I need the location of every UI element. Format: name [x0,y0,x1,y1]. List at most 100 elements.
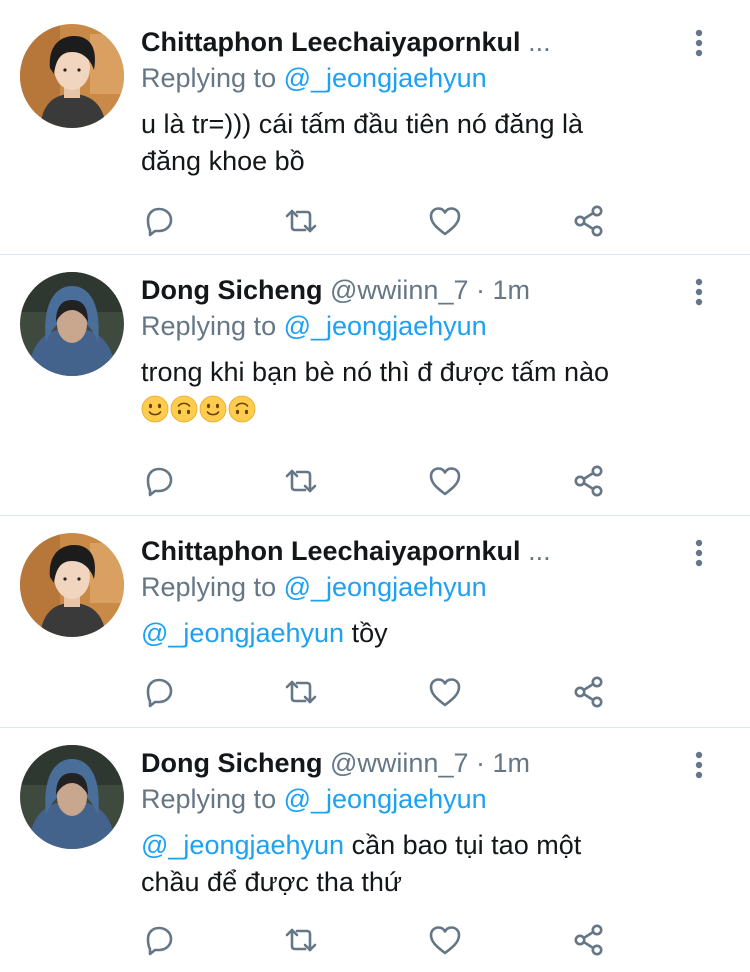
retweet-icon [285,209,317,233]
replying-to-handle[interactable]: @_jeongjaehyun [284,784,487,814]
tweet-text-line: chầu để được tha thứ [141,867,403,897]
tweet-actions [141,674,611,710]
reply-icon [146,926,173,956]
emoji-row [141,395,690,423]
name-truncation: ... [528,536,551,566]
upside-down-face-icon [170,395,198,423]
reply-button[interactable] [141,922,177,958]
tweet-text-line: trong khi bạn bè nó thì đ được tấm nào [141,357,610,387]
replying-to-line: Replying to @_jeongjaehyun [141,569,690,605]
tweet-actions [141,463,611,499]
like-button[interactable] [427,203,463,239]
tweet-text-fragment: cần bao tụi tao một [344,830,582,860]
avatar[interactable] [20,533,124,637]
tweet-item[interactable]: Dong Sicheng @wwiinn_7 · 1m Replying to … [0,728,750,972]
more-options-button[interactable] [694,539,704,567]
replying-to-handle[interactable]: @_jeongjaehyun [284,63,487,93]
mention-link[interactable]: @_jeongjaehyun [141,830,344,860]
reply-button[interactable] [141,203,177,239]
replying-to-handle[interactable]: @_jeongjaehyun [284,572,487,602]
reply-icon [146,467,173,497]
more-vertical-icon [695,29,703,57]
tweet-item[interactable]: Chittaphon Leechaiyapornkul ... Replying… [0,0,750,255]
heart-icon [429,207,461,236]
tweet-item[interactable]: Dong Sicheng @wwiinn_7 · 1m Replying to … [0,255,750,516]
reply-button[interactable] [141,463,177,499]
share-button[interactable] [571,203,607,239]
tweet-actions [141,922,611,958]
more-vertical-icon [695,278,703,306]
separator-dot: · [476,275,485,305]
tweet-header: Dong Sicheng @wwiinn_7 · 1m [141,745,690,781]
reply-icon [146,678,173,708]
replying-to-label: Replying to [141,63,284,93]
tweet-text: u là tr=))) cái tấm đầu tiên nó đăng là … [141,106,690,180]
tweet-text-fragment: tồy [344,618,388,648]
avatar[interactable] [20,272,124,376]
user-handle[interactable]: @wwiinn_7 [330,748,468,778]
separator-dot: · [476,748,485,778]
share-icon [574,676,603,708]
replying-to-label: Replying to [141,784,284,814]
more-options-button[interactable] [694,29,704,57]
display-name[interactable]: Chittaphon Leechaiyapornkul [141,27,521,57]
slightly-smiling-face-icon [199,395,227,423]
tweet-content: Chittaphon Leechaiyapornkul ... Replying… [141,516,690,652]
retweet-icon [285,469,317,493]
retweet-button[interactable] [283,203,319,239]
tweet-text: trong khi bạn bè nó thì đ được tấm nào [141,354,690,423]
reply-icon [146,207,173,237]
share-button[interactable] [571,674,607,710]
replying-to-handle[interactable]: @_jeongjaehyun [284,311,487,341]
more-vertical-icon [695,751,703,779]
tweet-content: Chittaphon Leechaiyapornkul ... Replying… [141,0,690,180]
share-icon [574,205,603,237]
name-truncation: ... [528,27,551,57]
like-button[interactable] [427,922,463,958]
replying-to-label: Replying to [141,572,284,602]
tweet-content: Dong Sicheng @wwiinn_7 · 1m Replying to … [141,728,690,901]
share-icon [574,924,603,956]
tweet-content: Dong Sicheng @wwiinn_7 · 1m Replying to … [141,255,690,423]
heart-icon [429,926,461,955]
replying-to-label: Replying to [141,311,284,341]
tweet-text: @_jeongjaehyun tồy [141,615,690,652]
tweet-text: @_jeongjaehyun cần bao tụi tao một chầu … [141,827,690,901]
tweet-text-line: @_jeongjaehyun tồy [141,615,690,652]
retweet-button[interactable] [283,674,319,710]
timestamp[interactable]: 1m [493,748,531,778]
share-button[interactable] [571,463,607,499]
tweet-item[interactable]: Chittaphon Leechaiyapornkul ... Replying… [0,516,750,728]
more-options-button[interactable] [694,751,704,779]
tweet-text-line: u là tr=))) cái tấm đầu tiên nó đăng là [141,109,583,139]
heart-icon [429,678,461,707]
reply-button[interactable] [141,674,177,710]
replying-to-line: Replying to @_jeongjaehyun [141,60,690,96]
user-handle[interactable]: @wwiinn_7 [330,275,468,305]
avatar[interactable] [20,24,124,128]
display-name[interactable]: Dong Sicheng [141,748,323,778]
slightly-smiling-face-icon [141,395,169,423]
display-name[interactable]: Dong Sicheng [141,275,323,305]
avatar[interactable] [20,745,124,849]
like-button[interactable] [427,463,463,499]
timestamp[interactable]: 1m [493,275,531,305]
upside-down-face-icon [228,395,256,423]
more-vertical-icon [695,539,703,567]
tweet-header: Dong Sicheng @wwiinn_7 · 1m [141,272,690,308]
tweet-header: Chittaphon Leechaiyapornkul ... [141,24,690,60]
share-icon [574,465,603,497]
heart-icon [429,467,461,496]
tweet-text-line: đăng khoe bồ [141,146,305,176]
more-options-button[interactable] [694,278,704,306]
retweet-icon [285,928,317,952]
replying-to-line: Replying to @_jeongjaehyun [141,781,690,817]
retweet-button[interactable] [283,922,319,958]
display-name[interactable]: Chittaphon Leechaiyapornkul [141,536,521,566]
tweet-header: Chittaphon Leechaiyapornkul ... [141,533,690,569]
retweet-button[interactable] [283,463,319,499]
replying-to-line: Replying to @_jeongjaehyun [141,308,690,344]
mention-link[interactable]: @_jeongjaehyun [141,618,344,648]
share-button[interactable] [571,922,607,958]
like-button[interactable] [427,674,463,710]
